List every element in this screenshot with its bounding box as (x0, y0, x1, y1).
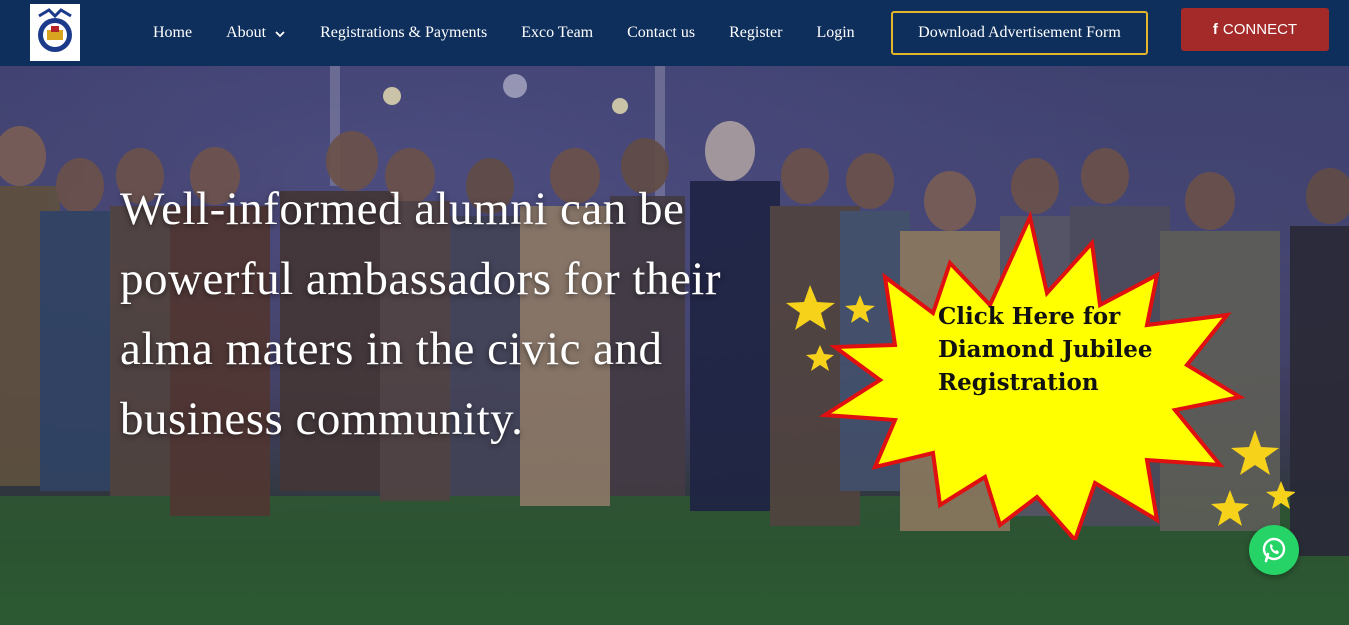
nav-exco-team[interactable]: Exco Team (504, 24, 610, 42)
nav-contact-us-label: Contact us (627, 24, 696, 41)
whatsapp-button[interactable] (1249, 525, 1299, 575)
nav-register[interactable]: Register (712, 24, 799, 42)
chevron-down-icon (274, 27, 286, 39)
star-icon (845, 295, 875, 323)
facebook-icon: f (1212, 21, 1218, 38)
nav-login[interactable]: Login (799, 24, 871, 42)
site-logo[interactable] (30, 4, 80, 61)
download-advertisement-form-label: Download Advertisement Form (918, 24, 1121, 41)
nav-home[interactable]: Home (136, 24, 209, 42)
promo-line-1: Click Here for (938, 303, 1121, 330)
connect-button[interactable]: f CONNECT (1181, 8, 1329, 51)
nav-contact-us[interactable]: Contact us (610, 24, 712, 42)
promo-line-3: Registration (938, 369, 1099, 396)
nav-registrations-payments[interactable]: Registrations & Payments (303, 24, 504, 42)
download-advertisement-form-button[interactable]: Download Advertisement Form (891, 11, 1148, 55)
star-icon (1211, 490, 1249, 526)
connect-label: CONNECT (1222, 21, 1298, 38)
star-icon (806, 345, 834, 371)
navbar: Home About Registrations & Payments Exco… (0, 0, 1349, 66)
nav-exco-team-label: Exco Team (521, 24, 594, 41)
promo-line-2: Diamond Jubilee (938, 336, 1153, 363)
nav-about[interactable]: About (209, 24, 303, 42)
nav-register-label: Register (729, 24, 783, 41)
nav-login-label: Login (816, 24, 855, 41)
nav-about-label: About (226, 24, 267, 41)
main-nav: Home About Registrations & Payments Exco… (136, 0, 872, 66)
whatsapp-icon (1262, 537, 1286, 563)
nav-home-label: Home (153, 24, 193, 41)
hero-headline: Well-informed alumni can be powerful amb… (120, 183, 722, 445)
diamond-jubilee-link[interactable]: Click Here for Diamond Jubilee Registrat… (938, 300, 1198, 399)
star-icon (1231, 430, 1279, 475)
nav-registrations-payments-label: Registrations & Payments (320, 24, 488, 41)
star-icon (1266, 481, 1295, 509)
star-icon (786, 285, 835, 330)
